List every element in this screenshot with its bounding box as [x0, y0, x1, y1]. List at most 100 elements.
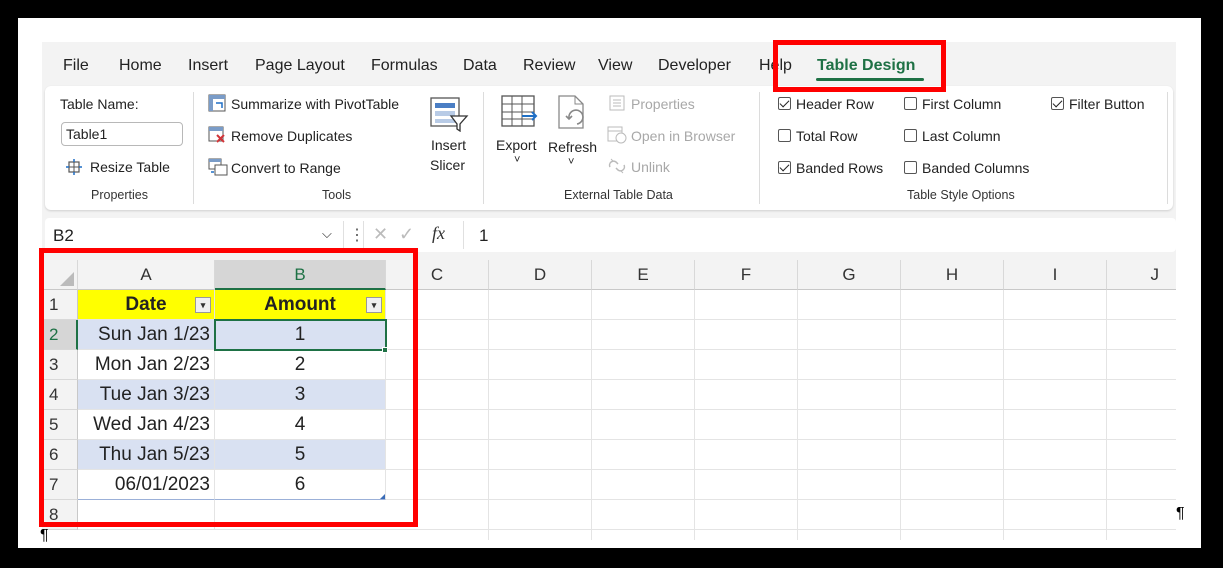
cell-b3[interactable]: 2 — [215, 350, 386, 380]
banded-rows-label: Banded Rows — [796, 160, 884, 176]
row-header-3[interactable]: 3 — [42, 350, 78, 380]
column-header-f[interactable]: F — [695, 260, 798, 290]
pilcrow-mark: ¶ — [1176, 505, 1185, 522]
select-all-corner[interactable] — [42, 260, 78, 290]
resize-table-button[interactable]: Resize Table — [90, 159, 170, 175]
column-header-d[interactable]: D — [489, 260, 592, 290]
pivot-table-icon — [208, 94, 226, 117]
name-box[interactable]: B2 — [53, 226, 74, 246]
cell-a4[interactable]: Tue Jan 3/23 — [78, 380, 215, 410]
group-separator — [759, 92, 760, 204]
group-separator — [483, 92, 484, 204]
group-separator — [193, 92, 194, 204]
open-in-browser-button[interactable]: Open in Browser — [631, 128, 735, 144]
table-name-input[interactable]: Table1 — [61, 122, 183, 146]
active-cell-border — [214, 319, 387, 351]
cell-a2[interactable]: Sun Jan 1/23 — [78, 320, 215, 350]
refresh-button[interactable]: Refresh — [548, 139, 597, 155]
column-header-j[interactable]: J — [1107, 260, 1176, 290]
row-header-8[interactable]: 8 — [42, 500, 78, 530]
column-header-g[interactable]: G — [798, 260, 901, 290]
tab-data[interactable]: Data — [463, 57, 497, 75]
fx-icon[interactable]: fx — [432, 223, 445, 244]
table-resize-handle[interactable] — [380, 494, 385, 499]
cell-b4[interactable]: 3 — [215, 380, 386, 410]
banded-columns-checkbox[interactable] — [904, 161, 917, 174]
filter-dropdown-icon[interactable]: ▾ — [366, 297, 382, 313]
cell-a3[interactable]: Mon Jan 2/23 — [78, 350, 215, 380]
row-header-6[interactable]: 6 — [42, 440, 78, 470]
filter-button-checkbox[interactable] — [1051, 97, 1064, 110]
column-header-h[interactable]: H — [901, 260, 1004, 290]
column-header-c[interactable]: C — [386, 260, 489, 290]
insert-slicer-label-line2[interactable]: Slicer — [430, 157, 465, 173]
column-header-b[interactable]: B — [215, 260, 386, 290]
formula-bar-separator — [343, 221, 344, 249]
tab-formulas[interactable]: Formulas — [371, 57, 438, 75]
column-header-e[interactable]: E — [592, 260, 695, 290]
properties-icon — [609, 95, 625, 116]
banded-rows-checkbox[interactable] — [778, 161, 791, 174]
header-row-label: Header Row — [796, 96, 874, 112]
tab-page-layout[interactable]: Page Layout — [255, 57, 345, 75]
formula-bar: B2 ⌵ ⋮ ✕ ✓ fx 1 — [45, 218, 1176, 252]
unlink-button[interactable]: Unlink — [631, 159, 670, 175]
header-date-label: Date — [125, 294, 167, 315]
first-column-checkbox[interactable] — [904, 97, 917, 110]
tab-file[interactable]: File — [63, 57, 89, 75]
table-header-date[interactable]: Date ▾ — [78, 290, 215, 320]
cell-b5[interactable]: 4 — [215, 410, 386, 440]
tab-view[interactable]: View — [598, 57, 632, 75]
last-column-label: Last Column — [922, 128, 1001, 144]
insert-slicer-icon — [429, 94, 469, 137]
last-column-checkbox[interactable] — [904, 129, 917, 142]
row-header-1[interactable]: 1 — [42, 290, 78, 320]
cell-a6[interactable]: Thu Jan 5/23 — [78, 440, 215, 470]
external-properties-button[interactable]: Properties — [631, 96, 695, 112]
export-button[interactable]: Export — [496, 137, 536, 153]
total-row-checkbox[interactable] — [778, 129, 791, 142]
chevron-down-icon: ˅ — [514, 154, 521, 166]
column-header-a[interactable]: A — [78, 260, 215, 290]
enter-icon[interactable]: ✓ — [399, 224, 414, 245]
excel-window: File Home Insert Page Layout Formulas Da… — [42, 42, 1176, 540]
formula-bar-separator — [463, 221, 464, 249]
first-column-label: First Column — [922, 96, 1002, 112]
fill-handle[interactable] — [382, 347, 388, 353]
empty-cells[interactable] — [386, 290, 1176, 540]
properties-group-label: Properties — [91, 188, 148, 202]
ribbon: Table Name: Table1 Resize Table Properti… — [45, 86, 1173, 210]
convert-to-range-button[interactable]: Convert to Range — [231, 160, 341, 176]
tab-review[interactable]: Review — [523, 57, 575, 75]
formula-input[interactable]: 1 — [479, 226, 488, 246]
row-header-4[interactable]: 4 — [42, 380, 78, 410]
row-8-cells[interactable] — [78, 500, 386, 530]
table-header-amount[interactable]: Amount ▾ — [215, 290, 386, 320]
tab-help[interactable]: Help — [759, 57, 792, 75]
chevron-down-icon[interactable]: ⌵ — [322, 226, 332, 242]
filter-dropdown-icon[interactable]: ▾ — [195, 297, 211, 313]
tab-insert[interactable]: Insert — [188, 57, 228, 75]
cancel-icon[interactable]: ✕ — [373, 224, 388, 245]
table-name-label: Table Name: — [60, 96, 139, 112]
header-row-checkbox[interactable] — [778, 97, 791, 110]
active-tab-indicator — [816, 78, 924, 81]
row-header-5[interactable]: 5 — [42, 410, 78, 440]
cell-b6[interactable]: 5 — [215, 440, 386, 470]
tab-developer[interactable]: Developer — [658, 57, 731, 75]
tab-table-design[interactable]: Table Design — [817, 57, 915, 75]
table-style-options-group-label: Table Style Options — [907, 188, 1015, 202]
tab-home[interactable]: Home — [119, 57, 162, 75]
total-row-label: Total Row — [796, 128, 858, 144]
convert-to-range-icon — [208, 158, 228, 181]
insert-slicer-label-line1[interactable]: Insert — [431, 137, 466, 153]
summarize-pivottable-button[interactable]: Summarize with PivotTable — [231, 96, 399, 112]
remove-duplicates-button[interactable]: Remove Duplicates — [231, 128, 352, 144]
cell-a7[interactable]: 06/01/2023 — [78, 470, 215, 500]
cell-b7[interactable]: 6 — [215, 470, 386, 500]
row-header-7[interactable]: 7 — [42, 470, 78, 500]
cell-a5[interactable]: Wed Jan 4/23 — [78, 410, 215, 440]
row-header-2[interactable]: 2 — [42, 320, 78, 350]
column-header-i[interactable]: I — [1004, 260, 1107, 290]
unlink-icon — [607, 157, 627, 180]
